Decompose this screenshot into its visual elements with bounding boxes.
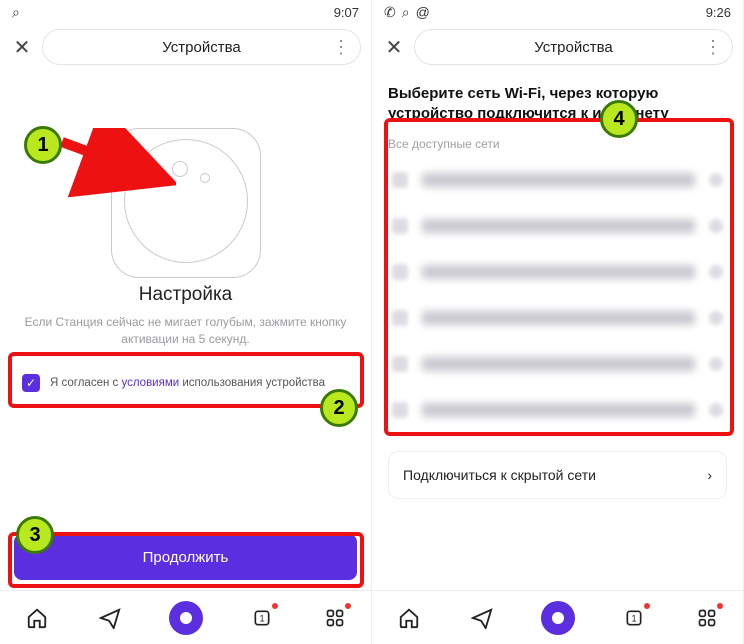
phone-icon: ✆: [384, 4, 396, 21]
network-name: [422, 403, 695, 417]
nav-apps-icon[interactable]: [693, 604, 721, 632]
nav-home-icon[interactable]: [395, 604, 423, 632]
whatsapp-icon: ⌕: [402, 4, 410, 21]
header-title-pill[interactable]: Устройства ⋮: [42, 29, 361, 65]
info-icon[interactable]: [709, 357, 723, 371]
bottom-nav: 1: [372, 590, 743, 644]
network-name: [422, 173, 695, 187]
network-item[interactable]: [388, 295, 727, 341]
status-icons-left: ✆ ⌕ @: [384, 4, 430, 21]
status-bar: ✆ ⌕ @ 9:26: [372, 0, 743, 24]
at-icon: @: [416, 4, 430, 21]
network-list: [388, 157, 727, 433]
phone-right: ✆ ⌕ @ 9:26 ✕ Устройства ⋮ Выберите сеть …: [372, 0, 744, 644]
wifi-heading: Выберите сеть Wi-Fi, через которую устро…: [388, 78, 727, 129]
wifi-icon: [392, 264, 408, 280]
network-name: [422, 265, 695, 279]
nav-tabs-icon[interactable]: 1: [620, 604, 648, 632]
network-name: [422, 357, 695, 371]
status-bar: ⌕ 9:07: [0, 0, 371, 24]
svg-text:1: 1: [631, 613, 636, 623]
annotation-badge-3: 3: [16, 516, 54, 554]
app-header: ✕ Устройства ⋮: [372, 24, 743, 70]
status-icons-left: ⌕: [12, 4, 20, 21]
phone-left: ⌕ 9:07 ✕ Устройства ⋮ Настройка Если Ста…: [0, 0, 372, 644]
network-name: [422, 311, 695, 325]
network-item[interactable]: [388, 387, 727, 433]
nav-apps-icon[interactable]: [321, 604, 349, 632]
body-right: Выберите сеть Wi-Fi, через которую устро…: [372, 70, 743, 590]
header-title: Устройства: [162, 39, 240, 56]
wifi-icon: [392, 402, 408, 418]
terms-checkbox[interactable]: ✓: [22, 374, 40, 392]
wifi-icon: [392, 172, 408, 188]
nav-tabs-icon[interactable]: 1: [248, 604, 276, 632]
chevron-right-icon: ›: [707, 467, 712, 483]
header-title-pill[interactable]: Устройства ⋮: [414, 29, 733, 65]
nav-send-icon[interactable]: [468, 604, 496, 632]
network-item[interactable]: [388, 341, 727, 387]
annotation-badge-4: 4: [600, 100, 638, 138]
wifi-icon: [392, 356, 408, 372]
close-icon[interactable]: ✕: [10, 35, 34, 59]
wifi-icon: [392, 218, 408, 234]
status-time: 9:26: [706, 5, 731, 20]
annotation-arrow: [56, 128, 176, 198]
info-icon[interactable]: [709, 311, 723, 325]
setup-subtitle: Если Станция сейчас не мигает голубым, з…: [24, 314, 347, 348]
annotation-badge-2: 2: [320, 389, 358, 427]
nav-alice-icon[interactable]: [169, 601, 203, 635]
network-item[interactable]: [388, 249, 727, 295]
setup-title: Настройка: [16, 284, 355, 306]
network-item[interactable]: [388, 157, 727, 203]
svg-text:1: 1: [259, 613, 264, 623]
more-icon[interactable]: ⋮: [332, 37, 350, 58]
terms-link[interactable]: условиями: [121, 377, 179, 389]
info-icon[interactable]: [709, 219, 723, 233]
continue-button[interactable]: Продолжить: [14, 534, 357, 580]
nav-send-icon[interactable]: [96, 604, 124, 632]
close-icon[interactable]: ✕: [382, 35, 406, 59]
nav-alice-icon[interactable]: [541, 601, 575, 635]
network-name: [422, 219, 695, 233]
info-icon[interactable]: [709, 173, 723, 187]
more-icon[interactable]: ⋮: [704, 37, 722, 58]
header-title: Устройства: [534, 39, 612, 56]
annotation-badge-1: 1: [24, 126, 62, 164]
whatsapp-icon: ⌕: [12, 4, 20, 21]
status-time: 9:07: [334, 5, 359, 20]
wifi-icon: [392, 310, 408, 326]
wifi-all-networks-label: Все доступные сети: [388, 137, 727, 151]
terms-row[interactable]: ✓ Я согласен с условиями использования у…: [16, 366, 355, 400]
bottom-nav: 1: [0, 590, 371, 644]
info-icon[interactable]: [709, 265, 723, 279]
network-item[interactable]: [388, 203, 727, 249]
nav-home-icon[interactable]: [23, 604, 51, 632]
info-icon[interactable]: [709, 403, 723, 417]
app-header: ✕ Устройства ⋮: [0, 24, 371, 70]
hidden-network-button[interactable]: Подключиться к скрытой сети ›: [388, 451, 727, 499]
terms-text: Я согласен с условиями использования уст…: [50, 377, 325, 389]
